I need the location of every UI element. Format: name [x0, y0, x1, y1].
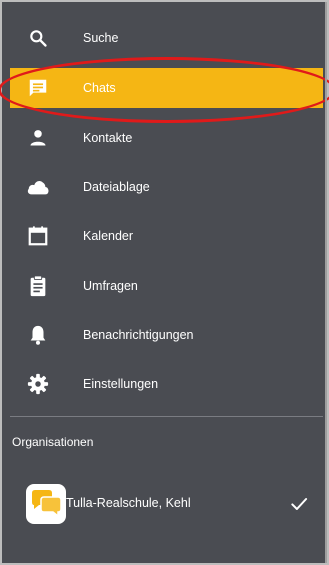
clipboard-icon [26, 274, 50, 298]
person-icon [26, 126, 50, 150]
nav-item-suche[interactable]: Suche [10, 18, 323, 58]
org-logo-icon [26, 484, 66, 524]
gear-icon [26, 372, 50, 396]
nav-item-label: Kontakte [83, 131, 133, 145]
nav-item-label: Dateiablage [83, 180, 150, 194]
bell-icon [26, 323, 50, 347]
organisations-title: Organisationen [12, 435, 94, 449]
divider [10, 416, 323, 417]
organisation-item[interactable]: Tulla-Realschule, Kehl [10, 480, 323, 528]
chat-icon [26, 76, 50, 100]
nav-item-label: Kalender [83, 229, 134, 243]
nav-item-label: Einstellungen [83, 377, 159, 391]
nav-item-benachrichtigungen[interactable]: Benachrichtigungen [10, 315, 323, 355]
navigation-drawer: Suche Chats Kontakte Dateiablage Kalende… [0, 0, 329, 565]
nav-item-chats[interactable]: Chats [10, 68, 323, 108]
cloud-icon [26, 175, 50, 199]
checkmark-icon [289, 494, 309, 514]
organisation-name: Tulla-Realschule, Kehl [66, 496, 191, 510]
nav-item-kontakte[interactable]: Kontakte [10, 118, 323, 158]
nav-item-label: Suche [83, 31, 119, 45]
nav-item-einstellungen[interactable]: Einstellungen [10, 364, 323, 404]
scrim-edge [325, 2, 327, 563]
nav-item-kalender[interactable]: Kalender [10, 216, 323, 256]
nav-item-umfragen[interactable]: Umfragen [10, 266, 323, 306]
search-icon [26, 26, 50, 50]
nav-item-dateiablage[interactable]: Dateiablage [10, 167, 323, 207]
nav-item-label: Benachrichtigungen [83, 328, 194, 342]
nav-item-label: Umfragen [83, 279, 138, 293]
calendar-icon [26, 224, 50, 248]
nav-item-label: Chats [83, 81, 116, 95]
